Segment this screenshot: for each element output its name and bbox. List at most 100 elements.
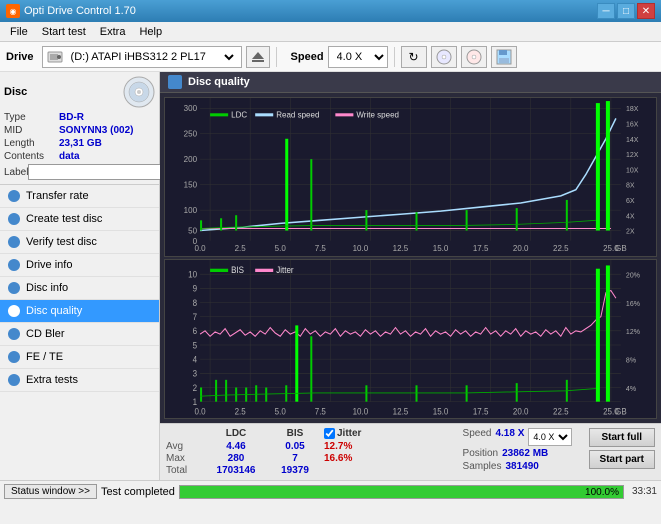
samples-value: 381490 [505,461,538,472]
main-content: Disc Type BD-R MID SONYNN3 (002) Length … [0,72,661,480]
max-jitter: 16.6% [324,453,352,464]
write-button[interactable] [461,46,487,68]
start-part-button[interactable]: Start part [589,450,655,469]
verify-test-disc-label: Verify test disc [26,236,97,248]
drive-dropdown[interactable]: (D:) ATAPI iHBS312 2 PL17 [67,50,237,64]
sidebar-item-drive-info[interactable]: Drive info [0,254,159,277]
svg-text:6: 6 [193,326,198,336]
drive-info-icon [8,259,20,271]
sidebar-item-disc-info[interactable]: Disc info [0,277,159,300]
sidebar-item-extra-tests[interactable]: Extra tests [0,369,159,392]
app-title: Opti Drive Control 1.70 [24,5,136,17]
save-icon [496,49,512,65]
svg-text:5.0: 5.0 [275,406,286,416]
svg-text:GB: GB [615,244,627,253]
menu-help[interactable]: Help [133,24,168,40]
write-icon [466,49,482,65]
maximize-button[interactable]: □ [617,3,635,19]
sidebar-item-cd-bler[interactable]: CD Bler [0,323,159,346]
cd-bler-label: CD Bler [26,328,65,340]
svg-text:6X: 6X [626,198,635,205]
avg-ldc: 4.46 [206,441,266,452]
drive-info-label: Drive info [26,259,72,271]
svg-text:4: 4 [193,354,198,364]
svg-text:GB: GB [615,406,627,416]
panel-title: Disc quality [188,76,250,88]
total-ldc: 1703146 [206,465,266,476]
svg-text:12.5: 12.5 [393,406,409,416]
menu-extra[interactable]: Extra [94,24,132,40]
svg-text:100: 100 [184,206,198,215]
chart-bis: 10 9 8 7 6 5 4 3 2 1 20% 16% 12% 8% 4% [164,259,657,419]
disc-button[interactable] [431,46,457,68]
start-full-button[interactable]: Start full [589,428,655,447]
drive-select-container[interactable]: (D:) ATAPI iHBS312 2 PL17 [42,46,242,68]
menu-start-test[interactable]: Start test [36,24,92,40]
sidebar-item-verify-test-disc[interactable]: Verify test disc [0,231,159,254]
samples-key: Samples [463,461,502,472]
status-bar: Status window >> Test completed 100.0% 3… [0,480,661,502]
right-panel: Disc quality [160,72,661,480]
menu-file[interactable]: File [4,24,34,40]
svg-text:2.5: 2.5 [235,406,246,416]
refresh-button[interactable]: ↻ [401,46,427,68]
speed-dropdown[interactable]: 4.0 X [328,46,388,68]
status-message: Test completed [101,486,175,498]
speed-select[interactable]: 4.0 X [528,428,572,446]
svg-text:8%: 8% [626,355,637,364]
speed-label: Speed [291,51,324,63]
svg-text:12X: 12X [626,152,639,159]
sidebar-item-transfer-rate[interactable]: Transfer rate [0,185,159,208]
toolbar: Drive (D:) ATAPI iHBS312 2 PL17 Speed 4.… [0,42,661,72]
total-row: Total 1703146 19379 [166,465,457,476]
sidebar-item-fe-te[interactable]: FE / TE [0,346,159,369]
sidebar-item-create-test-disc[interactable]: Create test disc [0,208,159,231]
disc-quality-icon [8,305,20,317]
svg-text:12%: 12% [626,327,640,336]
disc-type-label: Type [4,112,59,123]
svg-text:200: 200 [184,155,198,164]
chart-ldc-svg: 300 250 200 150 100 50 0 18X 16X 14X 12X… [165,98,656,256]
disc-section: Disc Type BD-R MID SONYNN3 (002) Length … [0,72,159,185]
save-button[interactable] [491,46,517,68]
disc-label-row: Label ✎ [4,164,155,180]
svg-text:Read speed: Read speed [276,110,319,119]
disc-mid-row: MID SONYNN3 (002) [4,125,155,136]
svg-text:20.0: 20.0 [513,244,529,253]
svg-text:250: 250 [184,130,198,139]
title-bar: ◉ Opti Drive Control 1.70 ─ □ ✕ [0,0,661,22]
svg-text:0.0: 0.0 [195,406,206,416]
svg-text:5: 5 [193,340,198,350]
svg-text:2X: 2X [626,229,635,236]
create-test-disc-icon [8,213,20,225]
svg-text:2.5: 2.5 [235,244,247,253]
svg-text:10: 10 [188,269,197,279]
disc-type-value: BD-R [59,112,84,123]
eject-button[interactable] [246,46,270,68]
jitter-checkbox[interactable] [324,428,335,439]
close-button[interactable]: ✕ [637,3,655,19]
disc-header: Disc [4,76,155,108]
svg-text:17.5: 17.5 [473,406,489,416]
svg-text:Jitter: Jitter [276,265,294,275]
position-info: Speed 4.18 X 4.0 X Position 23862 MB Sam… [463,428,583,472]
disc-contents-label: Contents [4,151,59,162]
svg-text:7.5: 7.5 [315,406,326,416]
disc-label-label: Label [4,167,28,178]
svg-text:9: 9 [193,283,198,293]
svg-text:BIS: BIS [231,265,244,275]
sidebar-item-disc-quality[interactable]: Disc quality [0,300,159,323]
svg-text:17.5: 17.5 [473,244,489,253]
disc-type-row: Type BD-R [4,112,155,123]
svg-text:15.0: 15.0 [433,244,449,253]
svg-text:8X: 8X [626,183,635,190]
svg-text:5.0: 5.0 [275,244,287,253]
avg-label: Avg [166,441,202,452]
nav-items: Transfer rate Create test disc Verify te… [0,185,159,480]
svg-text:50: 50 [188,227,197,236]
disc-label-input[interactable] [28,164,166,180]
minimize-button[interactable]: ─ [597,3,615,19]
transfer-rate-icon [8,190,20,202]
status-window-button[interactable]: Status window >> [4,484,97,499]
max-bis: 7 [270,453,320,464]
